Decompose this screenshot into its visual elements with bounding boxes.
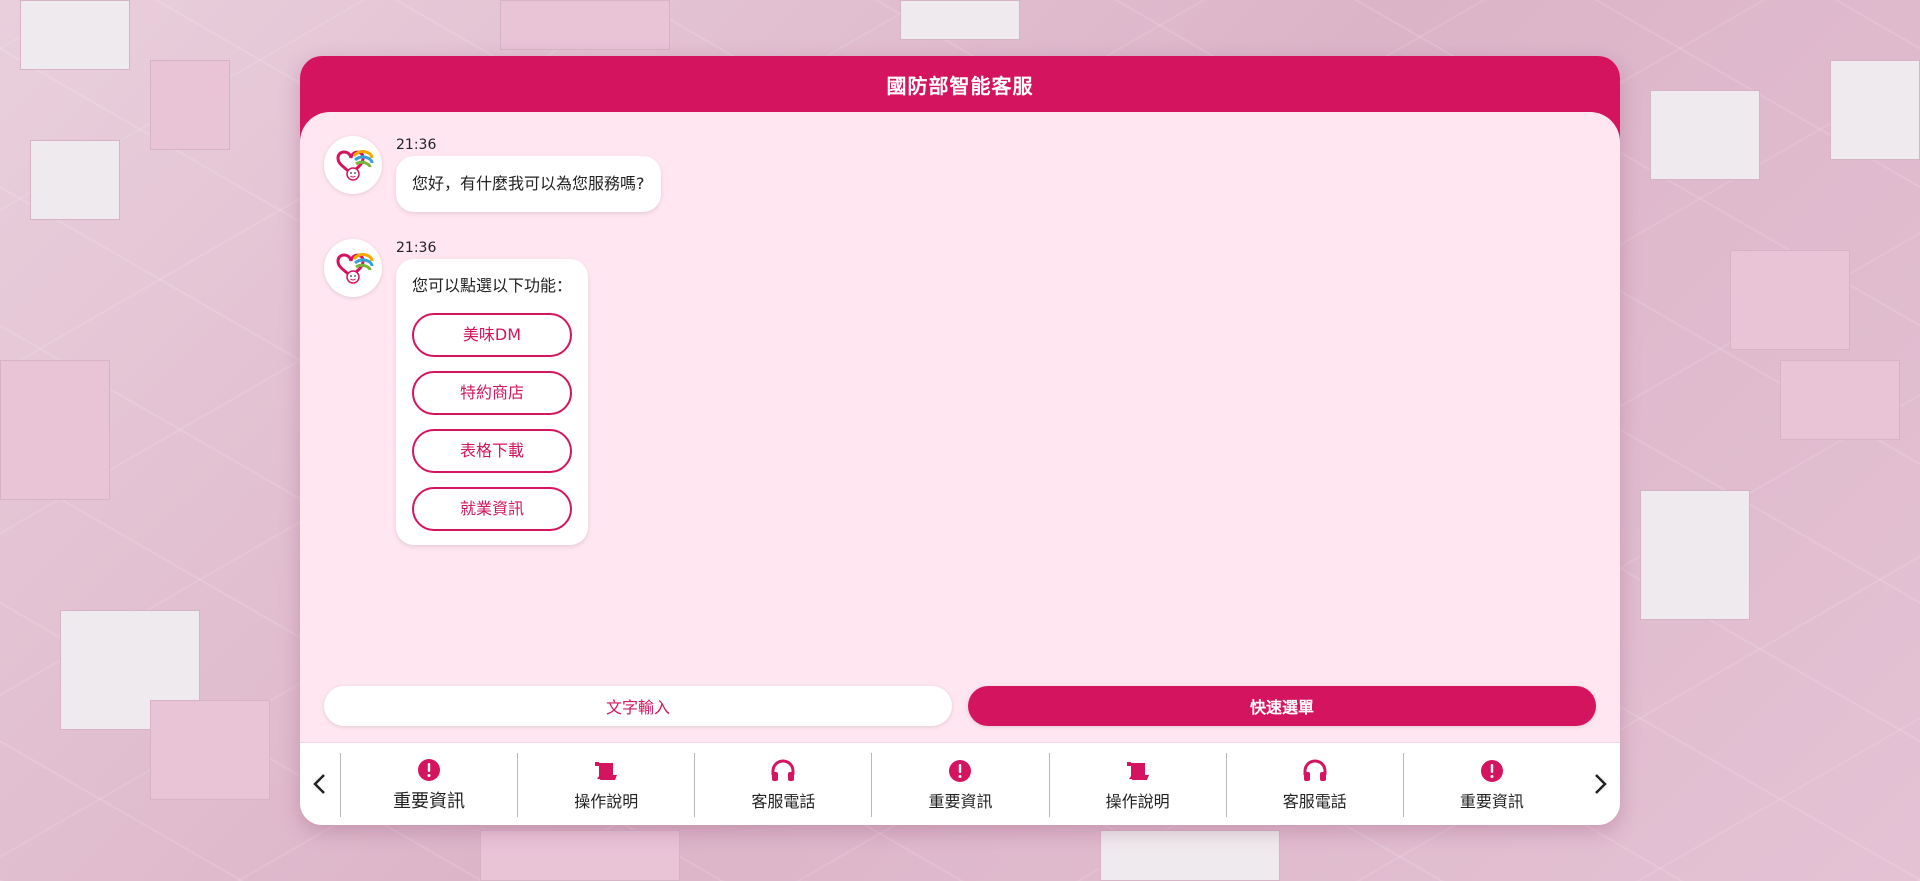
scroll-left-button[interactable] [300, 743, 340, 826]
message-text: 您可以點選以下功能： [412, 276, 573, 295]
bot-message-2: 21:36 您可以點選以下功能： 美味DM 特約商店 表格下載 就業資訊 [324, 239, 588, 545]
building [1640, 490, 1750, 620]
building [1650, 90, 1760, 180]
message-text: 您好，有什麼我可以為您服務嗎? [412, 174, 645, 193]
building [20, 0, 130, 70]
message-column: 21:36 您可以點選以下功能： 美味DM 特約商店 表格下載 就業資訊 [396, 239, 588, 545]
alert-icon [417, 757, 441, 783]
page-title: 國防部智能客服 [886, 73, 1034, 98]
quick-item-label: 客服電話 [1282, 792, 1347, 811]
building [0, 360, 110, 500]
headphones-icon [1302, 758, 1328, 784]
alert-icon [948, 758, 972, 784]
message-time: 21:36 [396, 137, 437, 153]
message-bubble: 您可以點選以下功能： 美味DM 特約商店 表格下載 就業資訊 [396, 259, 588, 545]
quick-item-label: 操作說明 [1105, 792, 1170, 811]
text-input-button[interactable]: 文字輸入 [324, 686, 952, 726]
building [500, 0, 670, 50]
building [1100, 830, 1280, 881]
chat-header: 國防部智能客服 [300, 56, 1620, 112]
quick-item-hotline[interactable]: 客服電話 [694, 753, 871, 817]
quick-item-important-info[interactable]: 重要資訊 [340, 753, 517, 817]
headphones-icon [770, 758, 796, 784]
quick-item-important-info[interactable]: 重要資訊 [871, 753, 1048, 817]
quick-item-label: 操作說明 [574, 792, 639, 811]
quick-item-important-info[interactable]: 重要資訊 [1402, 753, 1580, 817]
quick-item-hotline[interactable]: 客服電話 [1225, 753, 1403, 817]
building [480, 830, 680, 881]
bot-avatar [324, 136, 382, 194]
option-button-jobs[interactable]: 就業資訊 [412, 487, 572, 531]
message-bubble: 您好，有什麼我可以為您服務嗎? [396, 156, 661, 212]
quick-item-instructions[interactable]: 操作說明 [517, 753, 694, 817]
quick-menu-button[interactable]: 快速選單 [968, 686, 1596, 726]
chevron-left-icon [313, 774, 325, 794]
bot-message-1: 21:36 您好，有什麼我可以為您服務嗎? [324, 136, 661, 212]
option-button-stores[interactable]: 特約商店 [412, 371, 572, 415]
quick-item-label: 客服電話 [751, 792, 816, 811]
action-row: 文字輸入 快速選單 [324, 686, 1596, 726]
option-button-forms[interactable]: 表格下載 [412, 429, 572, 473]
chevron-right-icon [1595, 774, 1607, 794]
building [1730, 250, 1850, 350]
mascot-icon [336, 150, 374, 181]
option-button-dm[interactable]: 美味DM [412, 313, 572, 357]
building [1830, 60, 1920, 160]
quick-item-label: 重要資訊 [928, 792, 993, 811]
quick-item-instructions[interactable]: 操作說明 [1048, 753, 1226, 817]
building [30, 140, 120, 220]
quick-menu-items: 重要資訊 操作說明 客服電話 重要資訊 操作說明 客服電話 重要資訊 [340, 743, 1580, 825]
alert-icon [1480, 758, 1504, 784]
message-column: 21:36 您好，有什麼我可以為您服務嗎? [396, 136, 661, 212]
building [150, 60, 230, 150]
message-time: 21:36 [396, 240, 437, 256]
building [900, 0, 1020, 40]
bot-avatar [324, 239, 382, 297]
quick-item-label: 重要資訊 [393, 791, 466, 812]
mascot-icon [336, 253, 374, 284]
building [1780, 360, 1900, 440]
building [150, 700, 270, 800]
scroll-icon [1125, 758, 1151, 784]
quick-item-label: 重要資訊 [1459, 792, 1524, 811]
quick-menu-bar: 重要資訊 操作說明 客服電話 重要資訊 操作說明 客服電話 重要資訊 [300, 742, 1620, 825]
scroll-icon [593, 758, 619, 784]
scroll-right-button[interactable] [1580, 743, 1620, 826]
chat-panel: 國防部智能客服 21:36 您好，有什麼我可以為您服務嗎? 21:36 您可以點… [300, 56, 1620, 825]
